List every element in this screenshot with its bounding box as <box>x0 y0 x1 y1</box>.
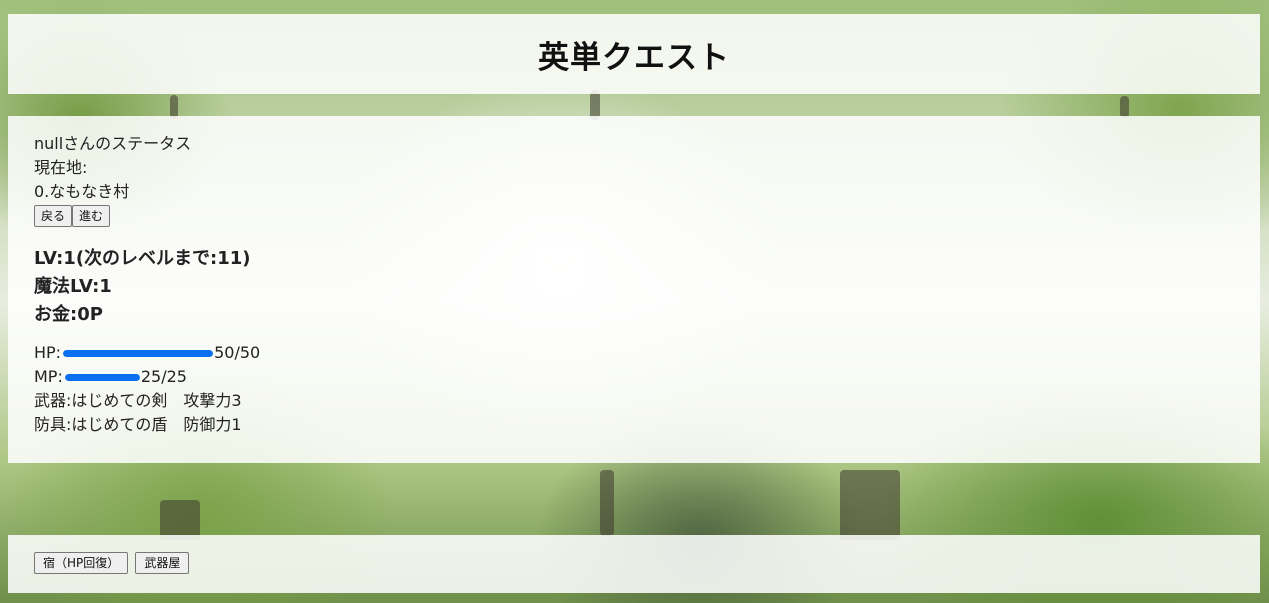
gauges-block: HP: 50/50 MP: 25/25 武器:はじめての剣 攻撃力3 防具:はじ… <box>34 341 1234 437</box>
hp-bar <box>63 349 214 357</box>
location-label: 現在地: <box>34 158 88 177</box>
inn-button[interactable]: 宿（HP回復） <box>34 552 129 574</box>
hp-bar-fill <box>63 349 214 357</box>
background-branch <box>840 470 900 540</box>
navigation-buttons: 戻る 進む <box>34 205 1234 231</box>
weapon-shop-button[interactable]: 武器屋 <box>135 552 190 574</box>
weapon-text: 武器:はじめての剣 攻撃力3 <box>34 391 242 410</box>
mp-value: 25/25 <box>140 367 187 386</box>
forward-button[interactable]: 進む <box>72 205 111 227</box>
location-value: 0.なもなき村 <box>34 182 130 201</box>
mp-row: MP: 25/25 <box>34 365 1234 389</box>
background-branch <box>160 500 200 540</box>
level-text: LV:1(次のレベルまで:11) <box>34 248 251 269</box>
hp-value: 50/50 <box>214 343 261 362</box>
armor-text: 防具:はじめての盾 防御力1 <box>34 415 242 434</box>
action-panel: 宿（HP回復） 武器屋 <box>8 535 1260 593</box>
mp-label: MP: <box>34 367 63 386</box>
background-branch <box>1120 96 1129 118</box>
mp-bar <box>64 373 140 381</box>
back-button[interactable]: 戻る <box>34 205 73 227</box>
magic-level-text: 魔法LV:1 <box>34 276 112 297</box>
money-text: お金:0P <box>34 304 103 325</box>
background-branch <box>600 470 614 536</box>
status-heading: nullさんのステータス <box>34 134 192 153</box>
title-banner: 英単クエスト <box>8 14 1260 94</box>
mp-bar-fill <box>64 373 140 381</box>
hp-label: HP: <box>34 343 62 362</box>
hp-row: HP: 50/50 <box>34 341 1234 365</box>
status-panel: nullさんのステータス 現在地: 0.なもなき村 戻る 進む LV:1(次のレベ… <box>8 116 1260 463</box>
page-title: 英単クエスト <box>538 39 730 76</box>
stats-block: LV:1(次のレベルまで:11) 魔法LV:1 お金:0P <box>34 245 1234 329</box>
